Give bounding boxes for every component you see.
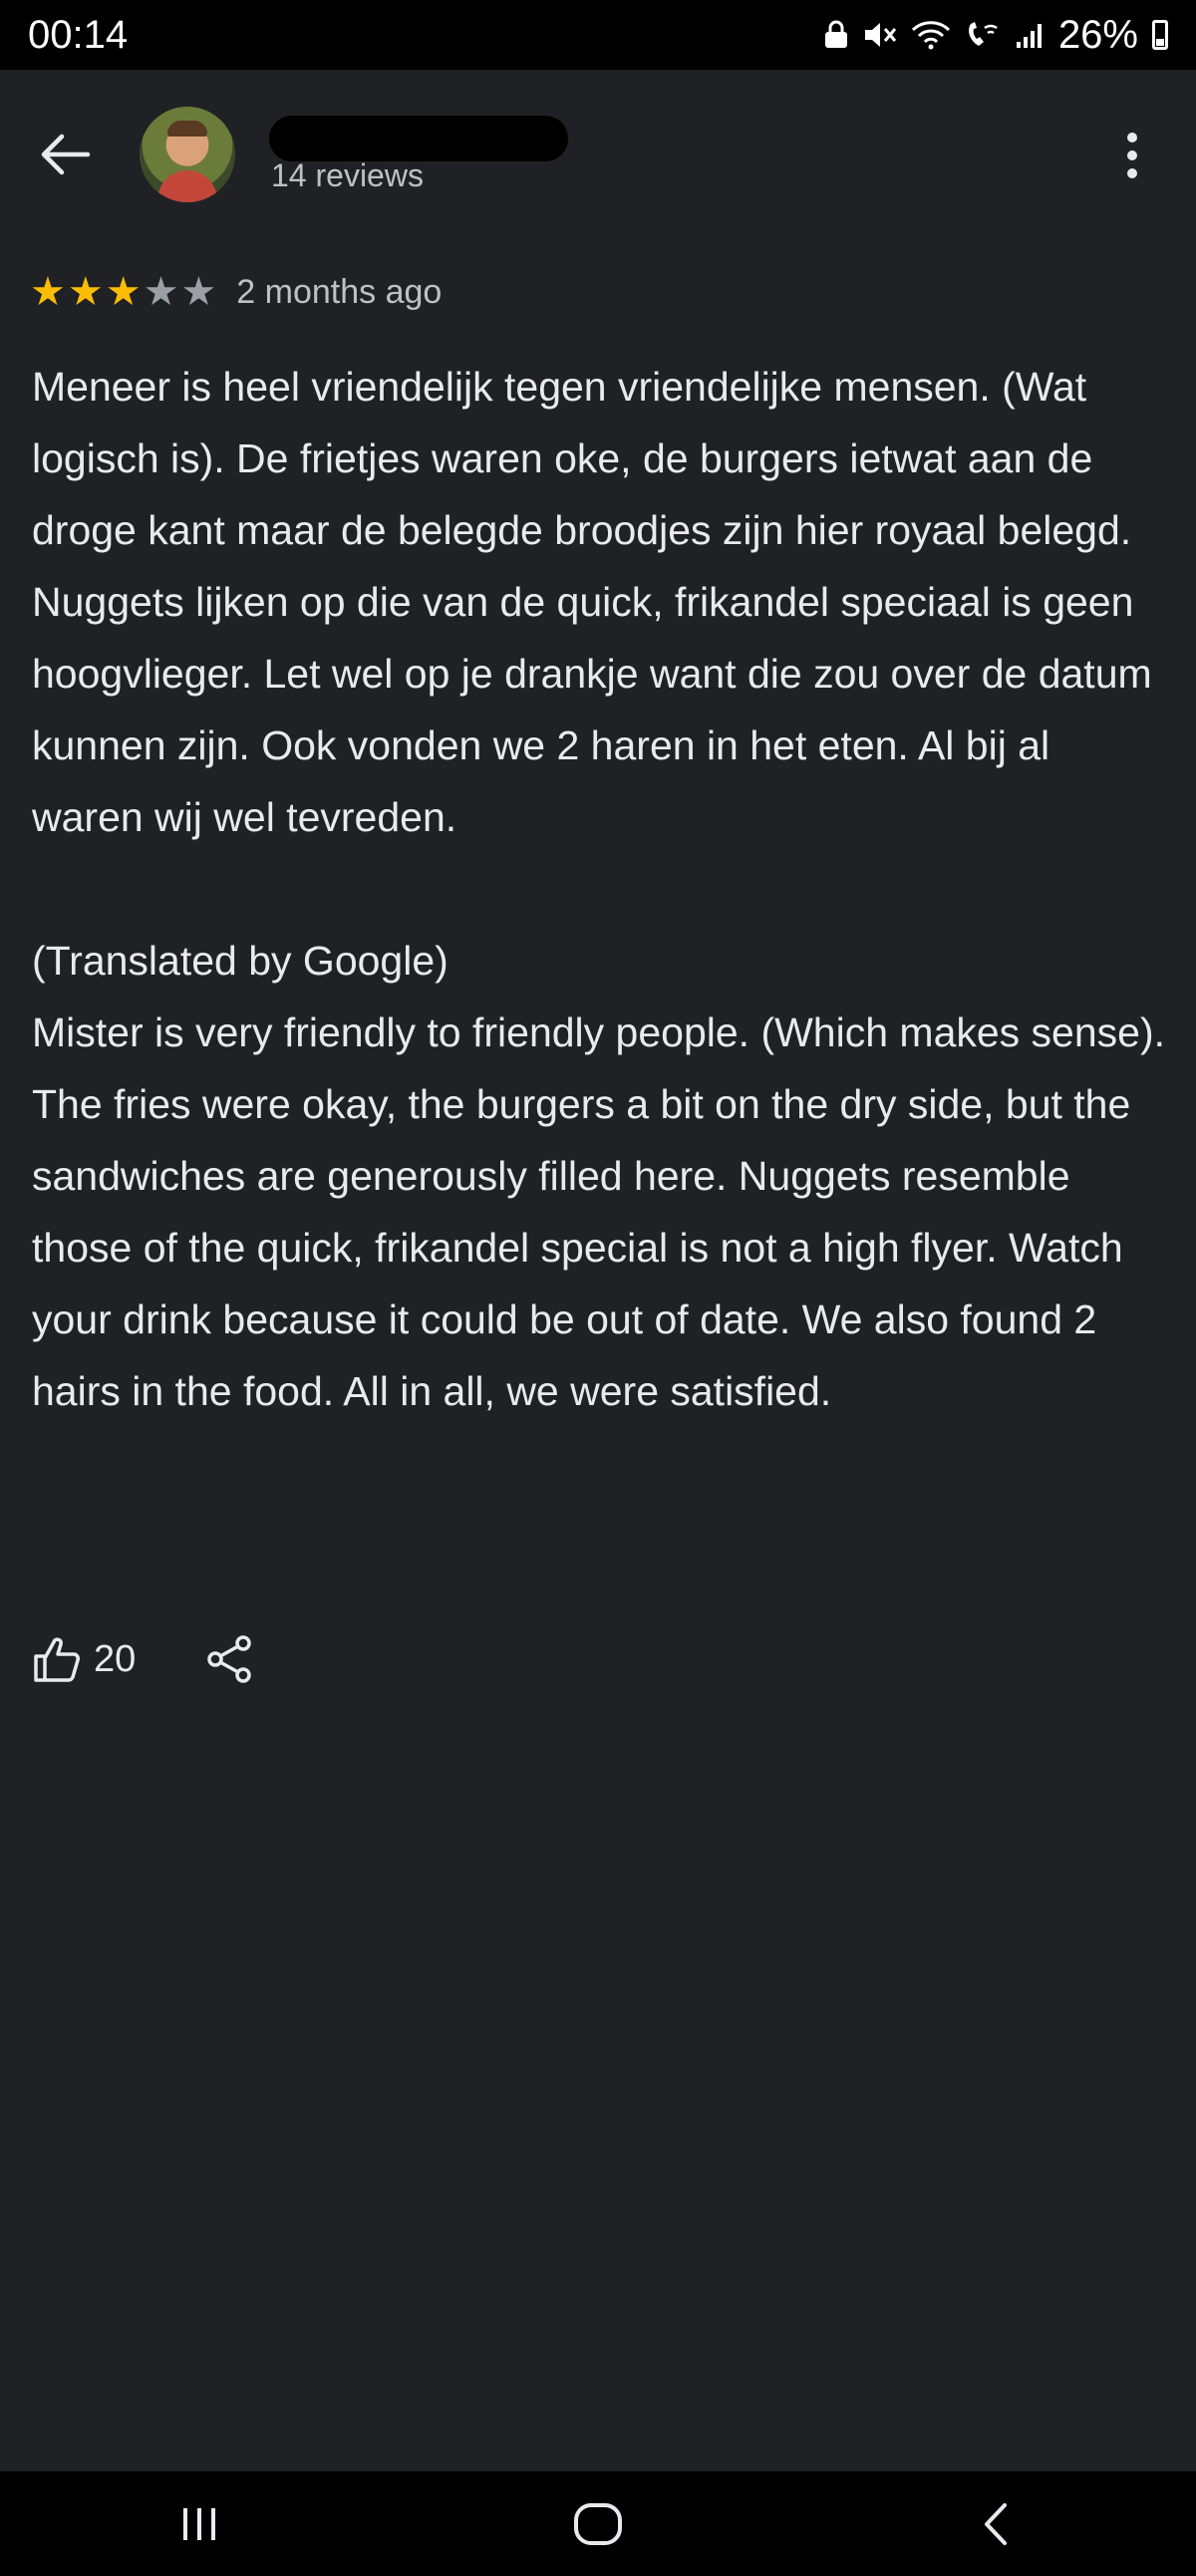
like-button[interactable]: 20 xyxy=(32,1634,136,1684)
home-icon xyxy=(574,2502,622,2545)
share-button[interactable] xyxy=(205,1634,255,1684)
star-empty-icon: ★ xyxy=(180,270,217,314)
thumbs-up-icon xyxy=(34,1637,80,1682)
share-icon xyxy=(207,1635,252,1683)
signal-icon xyxy=(1016,24,1042,48)
avatar-hair xyxy=(167,121,207,137)
review-header: 14 reviews xyxy=(0,70,1196,239)
reviews-count[interactable]: 14 reviews xyxy=(271,157,424,194)
rating-row: ★ ★ ★ ★ ★ 2 months ago xyxy=(30,267,442,317)
more-vertical-icon xyxy=(1127,133,1137,143)
avatar[interactable] xyxy=(140,107,235,202)
review-actions: 20 xyxy=(32,1629,255,1689)
recent-apps-button[interactable] xyxy=(140,2484,259,2564)
home-button[interactable] xyxy=(538,2484,658,2564)
review-date: 2 months ago xyxy=(236,272,443,311)
review-body: Meneer is heel vriendelijk tegen vriende… xyxy=(32,351,1168,1427)
mute-icon xyxy=(864,23,897,47)
battery-icon xyxy=(1152,20,1168,50)
avatar-shirt xyxy=(157,170,217,202)
system-back-button[interactable] xyxy=(937,2484,1056,2564)
back-icon xyxy=(985,2502,1007,2545)
more-options-button[interactable] xyxy=(1112,126,1152,185)
like-count: 20 xyxy=(94,1637,137,1680)
translated-review-text: Mister is very friendly to friendly peop… xyxy=(32,1009,1176,1414)
status-time: 00:14 xyxy=(28,12,129,57)
lock-icon xyxy=(824,20,847,48)
wifi-calling-icon xyxy=(969,22,998,46)
star-filled-icon: ★ xyxy=(67,270,104,314)
battery-percentage: 26% xyxy=(1057,12,1138,57)
star-rating: ★ ★ ★ ★ ★ xyxy=(30,272,216,312)
wifi-icon xyxy=(911,21,950,50)
system-nav-bar xyxy=(0,2471,1196,2576)
status-icons: 26% xyxy=(823,13,1168,58)
star-filled-icon: ★ xyxy=(105,270,142,314)
arrow-left-icon xyxy=(41,134,91,175)
translation-label: (Translated by Google) xyxy=(32,938,448,984)
original-review-text: Meneer is heel vriendelijk tegen vriende… xyxy=(32,364,1164,840)
status-bar: 00:14 26% xyxy=(0,0,1196,70)
recent-apps-icon xyxy=(183,2507,215,2540)
reviewer-name-redacted xyxy=(269,116,568,161)
star-filled-icon: ★ xyxy=(30,270,66,314)
star-empty-icon: ★ xyxy=(143,270,179,314)
back-button[interactable] xyxy=(36,125,96,184)
